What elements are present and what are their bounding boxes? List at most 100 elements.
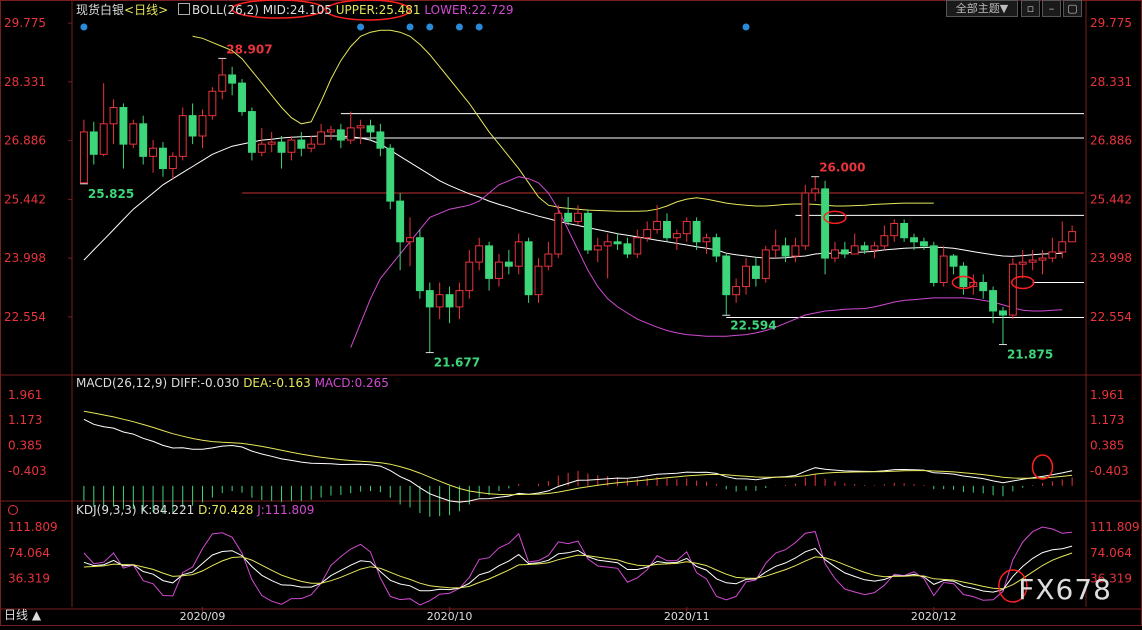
- price-y-tick-left: 23.998: [4, 251, 46, 265]
- candle-body: [583, 212, 592, 251]
- candle-body: [1028, 259, 1037, 263]
- candle-body: [99, 123, 108, 155]
- event-marker-dot: [80, 23, 88, 31]
- candle-body: [119, 107, 128, 145]
- kdj-label: KDJ(9,3,3): [76, 503, 137, 517]
- boll-mid: MID:24.105: [262, 3, 332, 17]
- candle-body: [208, 90, 217, 117]
- price-y-tick-right: 22.554: [1090, 310, 1132, 324]
- period-tab[interactable]: 日线 ▲: [4, 606, 41, 623]
- restore-icon[interactable]: ▫: [1021, 0, 1040, 17]
- candle-body: [1038, 257, 1047, 261]
- candle-body: [840, 249, 849, 255]
- candle-body: [929, 245, 938, 283]
- peak-label: 28.907: [226, 42, 272, 56]
- price-y-tick-left: 22.554: [4, 310, 46, 324]
- boll-lower: LOWER:22.729: [424, 3, 514, 17]
- candle-body: [919, 241, 928, 247]
- candle-body: [1048, 251, 1057, 259]
- event-marker-dot: [357, 23, 365, 31]
- kdj-settings-icon[interactable]: [8, 505, 18, 515]
- candle-body: [860, 245, 869, 251]
- watermark-logo: FX678: [1018, 573, 1112, 606]
- candle-body: [327, 129, 335, 133]
- candle-body: [999, 310, 1007, 316]
- candle-body: [336, 129, 345, 141]
- kdj-y-tick-left: 111.809: [8, 520, 58, 534]
- candle-body: [761, 249, 770, 279]
- minimize-icon[interactable]: –: [1042, 0, 1061, 17]
- indicator-icon[interactable]: [177, 3, 190, 15]
- candle-body: [663, 220, 671, 239]
- candle-body: [386, 147, 395, 202]
- macd-dea: DEA:-0.163: [243, 376, 311, 390]
- peak-label: 26.000: [819, 161, 865, 175]
- candle-body: [109, 107, 118, 125]
- candle-body: [850, 245, 859, 255]
- kdj-y-tick-right: 111.809: [1090, 520, 1140, 534]
- kdj-d-line: [83, 552, 1073, 590]
- event-marker-dot: [426, 23, 434, 31]
- boll-label: BOLL(26,2): [191, 3, 259, 17]
- candle-body: [593, 245, 602, 251]
- theme-button[interactable]: 全部主题▼: [946, 0, 1018, 17]
- candle-body: [1008, 263, 1017, 316]
- candle-body: [653, 220, 662, 231]
- event-marker-dot: [406, 23, 414, 31]
- candle-body: [633, 237, 642, 255]
- candle-body: [880, 235, 889, 247]
- macd-y-tick-right: -0.403: [1090, 464, 1129, 478]
- candle-body: [198, 115, 207, 137]
- chart-stage: 29.775 29.775 28.331 28.331 26.886 26.886 25.4…: [0, 0, 1142, 626]
- price-y-tick-right: 29.775: [1090, 16, 1132, 30]
- candle-body: [643, 229, 652, 239]
- candle-body: [376, 131, 385, 149]
- candle-body: [346, 127, 355, 141]
- maximize-icon[interactable]: ▢: [1063, 0, 1082, 17]
- candle-body: [771, 245, 780, 251]
- candle-body: [682, 220, 691, 235]
- price-y-tick-left: 29.775: [4, 16, 46, 30]
- instrument-name: 现货白银: [76, 3, 125, 17]
- candle-body: [297, 139, 306, 149]
- macd-y-tick-right: 0.385: [1090, 438, 1124, 452]
- kdj-j: J:111.809: [257, 503, 315, 517]
- candle-body: [445, 294, 454, 308]
- macd-value: MACD:0.265: [314, 376, 389, 390]
- macd-label: MACD(26,12,9): [76, 376, 168, 390]
- candle-body: [524, 241, 533, 296]
- candle-body: [149, 147, 158, 157]
- candle-body: [544, 253, 553, 267]
- candle-body: [247, 111, 256, 153]
- candle-body: [534, 265, 543, 296]
- peak-label: 21.677: [434, 356, 480, 370]
- candle-body: [781, 245, 790, 257]
- macd-y-tick-left: 1.173: [8, 413, 42, 427]
- candle-body: [267, 141, 276, 145]
- candle-body: [712, 237, 721, 257]
- price-y-tick-right: 28.331: [1090, 75, 1132, 89]
- kdj-k: K:84.221: [140, 503, 195, 517]
- event-marker-dot: [455, 23, 463, 31]
- candle-body: [504, 261, 513, 267]
- candle-body: [79, 131, 88, 184]
- kdj-d: D:70.428: [198, 503, 254, 517]
- kdj-j-line: [83, 526, 1073, 606]
- candle-body: [1058, 241, 1067, 253]
- candle-body: [495, 261, 503, 279]
- candle-body: [979, 281, 988, 292]
- candle-body: [890, 222, 899, 237]
- candle-body: [1068, 231, 1077, 243]
- candle-body: [159, 147, 167, 170]
- macd-y-tick-right: 1.961: [1090, 388, 1124, 402]
- candle-body: [465, 261, 474, 292]
- peak-label: 25.825: [88, 187, 134, 201]
- candle-body: [801, 192, 810, 247]
- candle-body: [989, 290, 998, 312]
- macd-annotation-ellipse: [1031, 454, 1054, 480]
- candle-body: [396, 200, 405, 243]
- outer-frame: [0, 0, 1142, 626]
- candle-body: [910, 237, 918, 243]
- boll-upper: UPPER:25.481: [335, 3, 421, 17]
- candle-body: [178, 115, 187, 157]
